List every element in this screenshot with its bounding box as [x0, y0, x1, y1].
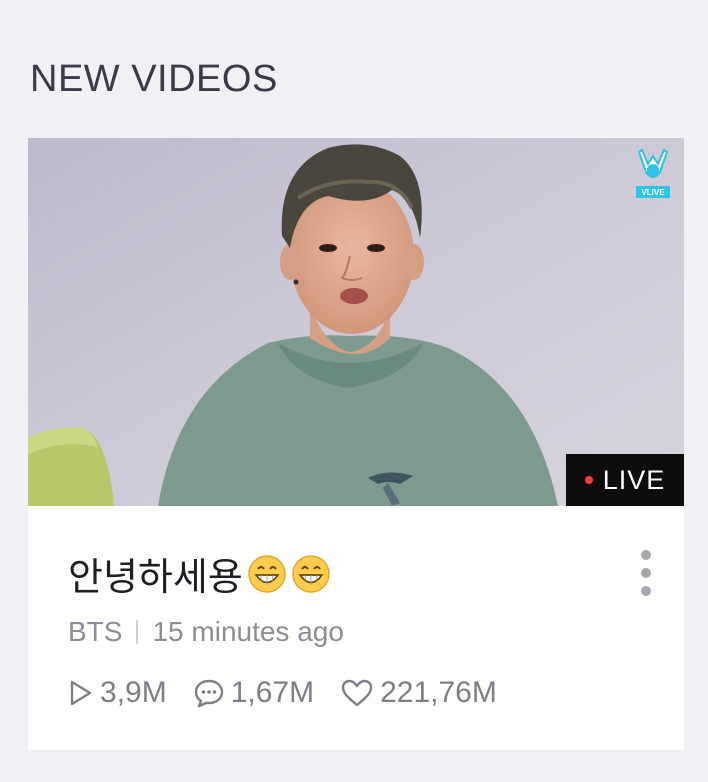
more-vertical-icon-dot — [641, 586, 651, 596]
heart-icon — [341, 679, 373, 707]
more-vertical-icon-dot — [641, 550, 651, 560]
live-label: LIVE — [602, 464, 666, 495]
live-dot — [584, 476, 593, 484]
video-stats: 3,9M 1,67M 221,76M — [68, 676, 523, 710]
vlive-logo-text: VLIVE — [641, 188, 665, 197]
more-options-button[interactable] — [636, 550, 656, 596]
play-icon — [70, 680, 92, 706]
page: NEW VIDEOS VLIVE LIVE 안녕하세용 BTS 15 minut… — [0, 0, 708, 782]
thumbnail-image — [28, 138, 684, 506]
play-count: 3,9M — [68, 676, 167, 710]
video-thumbnail[interactable]: VLIVE LIVE — [28, 138, 684, 506]
video-title-text: 안녕하세용 — [68, 557, 243, 599]
play-count-value: 3,9M — [100, 676, 167, 709]
section-title: NEW VIDEOS — [30, 58, 278, 100]
meta-divider — [136, 620, 139, 644]
video-meta: BTS 15 minutes ago — [68, 616, 344, 648]
vlive-logo-icon: VLIVE — [636, 148, 670, 198]
video-card[interactable]: VLIVE LIVE 안녕하세용 BTS 15 minutes ago 3,9M… — [28, 138, 684, 750]
live-badge: LIVE — [566, 454, 684, 506]
like-count: 221,76M — [340, 676, 497, 710]
grinning-face-emoji-icon — [248, 554, 286, 593]
video-title[interactable]: 안녕하세용 — [68, 546, 331, 601]
comment-count-value: 1,67M — [230, 676, 315, 709]
channel-name[interactable]: BTS — [68, 616, 122, 648]
more-vertical-icon-dot — [641, 568, 651, 578]
comment-icon — [194, 679, 223, 708]
like-count-value: 221,76M — [380, 676, 497, 709]
posted-time: 15 minutes ago — [152, 616, 344, 647]
grinning-face-emoji-icon — [292, 554, 330, 593]
comment-count: 1,67M — [193, 676, 314, 710]
